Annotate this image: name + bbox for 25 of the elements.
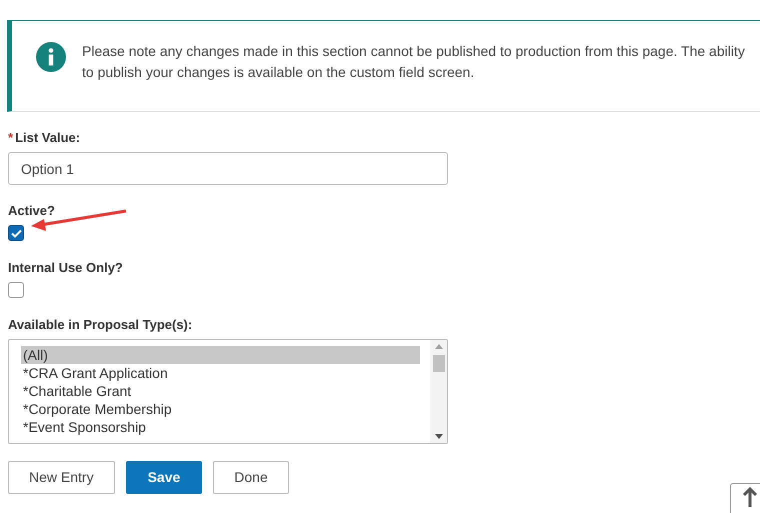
field-label: Internal Use Only?: [8, 259, 123, 277]
check-icon: [10, 228, 22, 238]
form-button[interactable]: New Entry: [8, 461, 115, 494]
scrollbar[interactable]: [430, 340, 447, 443]
list-option[interactable]: *CRA Grant Application: [21, 364, 420, 382]
notice-text: Please note any changes made in this section cannot be published to production from this page. The ability to publish your changes is available on the custom field screen.: [82, 42, 746, 82]
field-label: Available in Proposal Type(s):: [8, 316, 192, 334]
scroll-down-icon: [434, 434, 442, 439]
list-option[interactable]: *Corporate Membership: [21, 400, 420, 418]
field-label: List Value:: [15, 129, 80, 147]
required-mark: *: [8, 129, 14, 147]
info-icon: [36, 42, 66, 72]
save-button[interactable]: Save: [126, 461, 202, 494]
checkbox[interactable]: [8, 225, 24, 241]
scroll-up-icon: [434, 344, 442, 349]
scrollbar-thumb[interactable]: [432, 355, 444, 372]
field-label: Active?: [8, 202, 55, 220]
checkbox[interactable]: [8, 282, 24, 298]
proposal-type-listbox[interactable]: (All) *CRA Grant Application *Charitable Grant *Corporate Membership *Event Sponsorship: [8, 339, 448, 444]
list-option[interactable]: *Event Sponsorship: [21, 418, 420, 436]
form-button[interactable]: Done: [213, 461, 289, 494]
up-arrow-icon: [743, 487, 757, 507]
list-option[interactable]: (All): [21, 346, 420, 364]
list-value-field[interactable]: Option 1: [8, 152, 448, 185]
list-option[interactable]: *Charitable Grant: [21, 382, 420, 400]
